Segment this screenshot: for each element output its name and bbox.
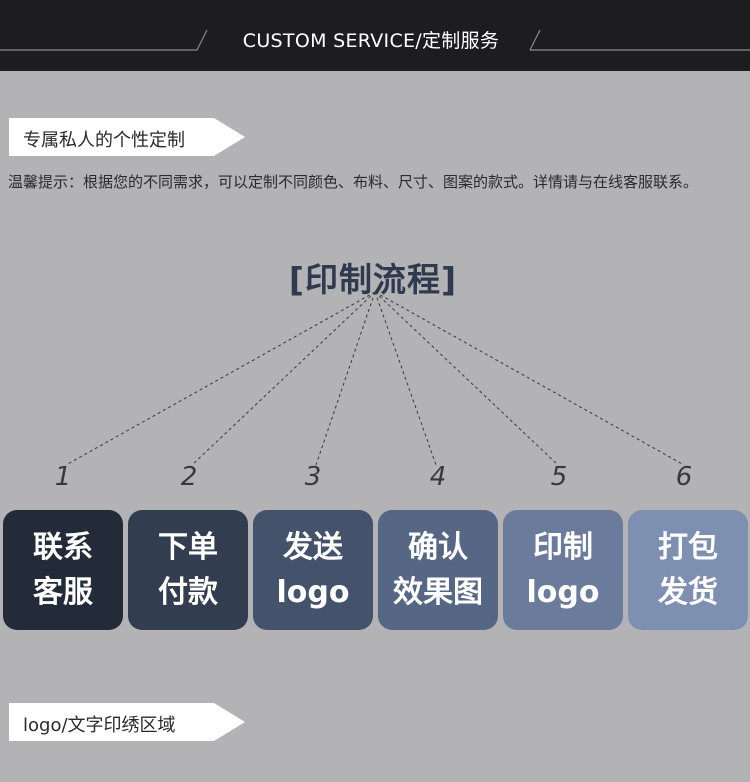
step-label: 打包 发货 bbox=[658, 530, 718, 610]
step-box-pack-ship: 打包 发货 bbox=[628, 510, 748, 630]
step-box-order-pay: 下单 付款 bbox=[128, 510, 248, 630]
section-ribbon-logo: logo/文字印绣区域 bbox=[9, 703, 249, 741]
step-box-print-logo: 印制 logo bbox=[503, 510, 623, 630]
step-number-1: 1 bbox=[54, 462, 72, 492]
step-box-confirm-preview: 确认 效果图 bbox=[378, 510, 498, 630]
step-number-2: 2 bbox=[180, 462, 198, 492]
section-title-logo: logo/文字印绣区域 bbox=[23, 715, 176, 736]
step-label: 发送 logo bbox=[276, 530, 350, 610]
connector-line-6 bbox=[374, 291, 685, 466]
connector-line-2 bbox=[191, 291, 376, 466]
step-number-3: 3 bbox=[304, 462, 322, 492]
connector-line-5 bbox=[374, 291, 559, 466]
connector-line-1 bbox=[65, 291, 376, 466]
step-number-4: 4 bbox=[429, 462, 447, 492]
step-box-send-logo: 发送 logo bbox=[253, 510, 373, 630]
step-label: 印制 logo bbox=[526, 530, 600, 610]
process-connector-lines bbox=[65, 291, 685, 466]
connector-line-3 bbox=[315, 291, 376, 466]
step-number-6: 6 bbox=[675, 462, 693, 492]
step-number-5: 5 bbox=[550, 462, 568, 492]
step-box-contact-service: 联系 客服 bbox=[3, 510, 123, 630]
step-label: 下单 付款 bbox=[158, 530, 218, 610]
step-label: 确认 效果图 bbox=[393, 530, 483, 610]
step-label: 联系 客服 bbox=[33, 530, 93, 610]
connector-line-4 bbox=[374, 291, 437, 466]
